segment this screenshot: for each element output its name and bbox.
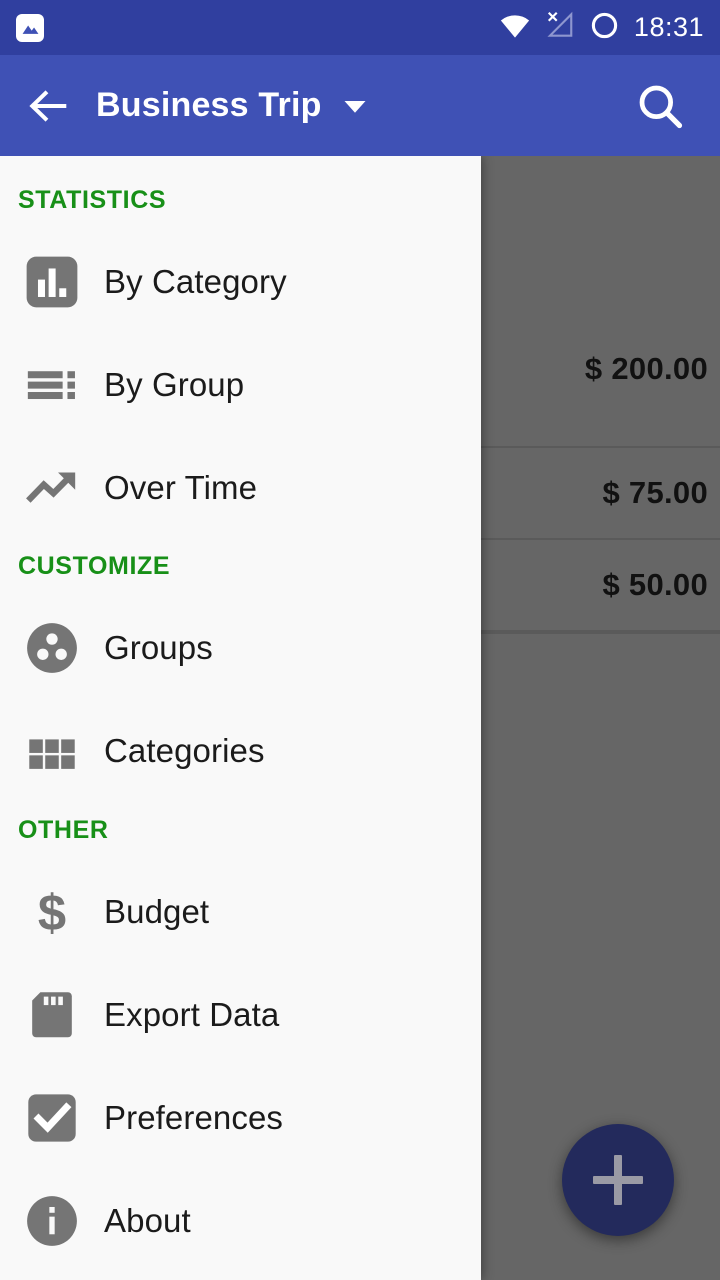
row-amount: $ 200.00 (584, 351, 708, 386)
drawer-item-over-time[interactable]: Over Time (0, 436, 481, 539)
drawer-item-categories[interactable]: Categories (0, 699, 481, 802)
search-icon (639, 85, 683, 128)
checkbox-checked-icon (0, 1089, 104, 1147)
page-title: Business Trip (96, 86, 322, 124)
status-clock: 18:31 (633, 12, 704, 42)
drawer-item-label: Preferences (104, 1098, 284, 1136)
alarm-ring-icon (589, 10, 620, 46)
grid-squares-icon (0, 722, 104, 780)
drawer-item-preferences[interactable]: Preferences (0, 1066, 481, 1169)
drawer-item-by-group[interactable]: By Group (0, 333, 481, 436)
android-status-bar: 18:31 (0, 0, 720, 55)
search-button[interactable] (634, 80, 686, 132)
back-arrow-icon (29, 89, 67, 122)
drawer-item-groups[interactable]: Groups (0, 596, 481, 699)
dollar-sign-icon: $ (0, 883, 104, 941)
add-expense-fab[interactable] (562, 1124, 674, 1236)
drawer-item-label: About (104, 1201, 191, 1239)
screenshot-image-icon (16, 13, 44, 42)
drawer-item-label: By Category (104, 262, 287, 300)
trending-up-icon (0, 459, 104, 517)
no-sim-signal-icon (545, 10, 575, 45)
drawer-item-label: By Group (104, 365, 245, 403)
drawer-item-by-category[interactable]: By Category (0, 230, 481, 333)
list-sort-icon (0, 356, 104, 414)
plus-icon (593, 1155, 643, 1205)
section-header-statistics: STATISTICS (18, 186, 167, 214)
drawer-item-export-data[interactable]: Export Data (0, 963, 481, 1066)
navigation-drawer: STATISTICS By Category By Group Over Tim… (0, 156, 481, 1280)
row-amount: $ 50.00 (602, 567, 708, 602)
drawer-item-label: Groups (104, 628, 213, 666)
chevron-down-icon (344, 100, 366, 113)
group-dots-circle-icon (0, 619, 104, 677)
row-amount: $ 75.00 (602, 475, 708, 510)
section-header-other: OTHER (18, 816, 109, 844)
svg-text:$: $ (38, 883, 66, 940)
drawer-item-label: Export Data (104, 995, 280, 1033)
drawer-item-label: Over Time (104, 468, 258, 506)
back-button[interactable] (0, 83, 96, 129)
bar-chart-icon (0, 253, 104, 311)
drawer-item-label: Categories (104, 731, 265, 769)
drawer-item-about[interactable]: About (0, 1169, 481, 1272)
sd-card-icon (0, 986, 104, 1044)
trip-selector[interactable]: Business Trip (96, 86, 370, 125)
info-circle-icon (0, 1192, 104, 1250)
drawer-item-label: Budget (104, 892, 210, 930)
section-header-customize: CUSTOMIZE (18, 552, 171, 580)
drawer-item-budget[interactable]: $ Budget (0, 860, 481, 963)
app-toolbar: Business Trip (0, 55, 720, 156)
wifi-icon (499, 9, 531, 46)
